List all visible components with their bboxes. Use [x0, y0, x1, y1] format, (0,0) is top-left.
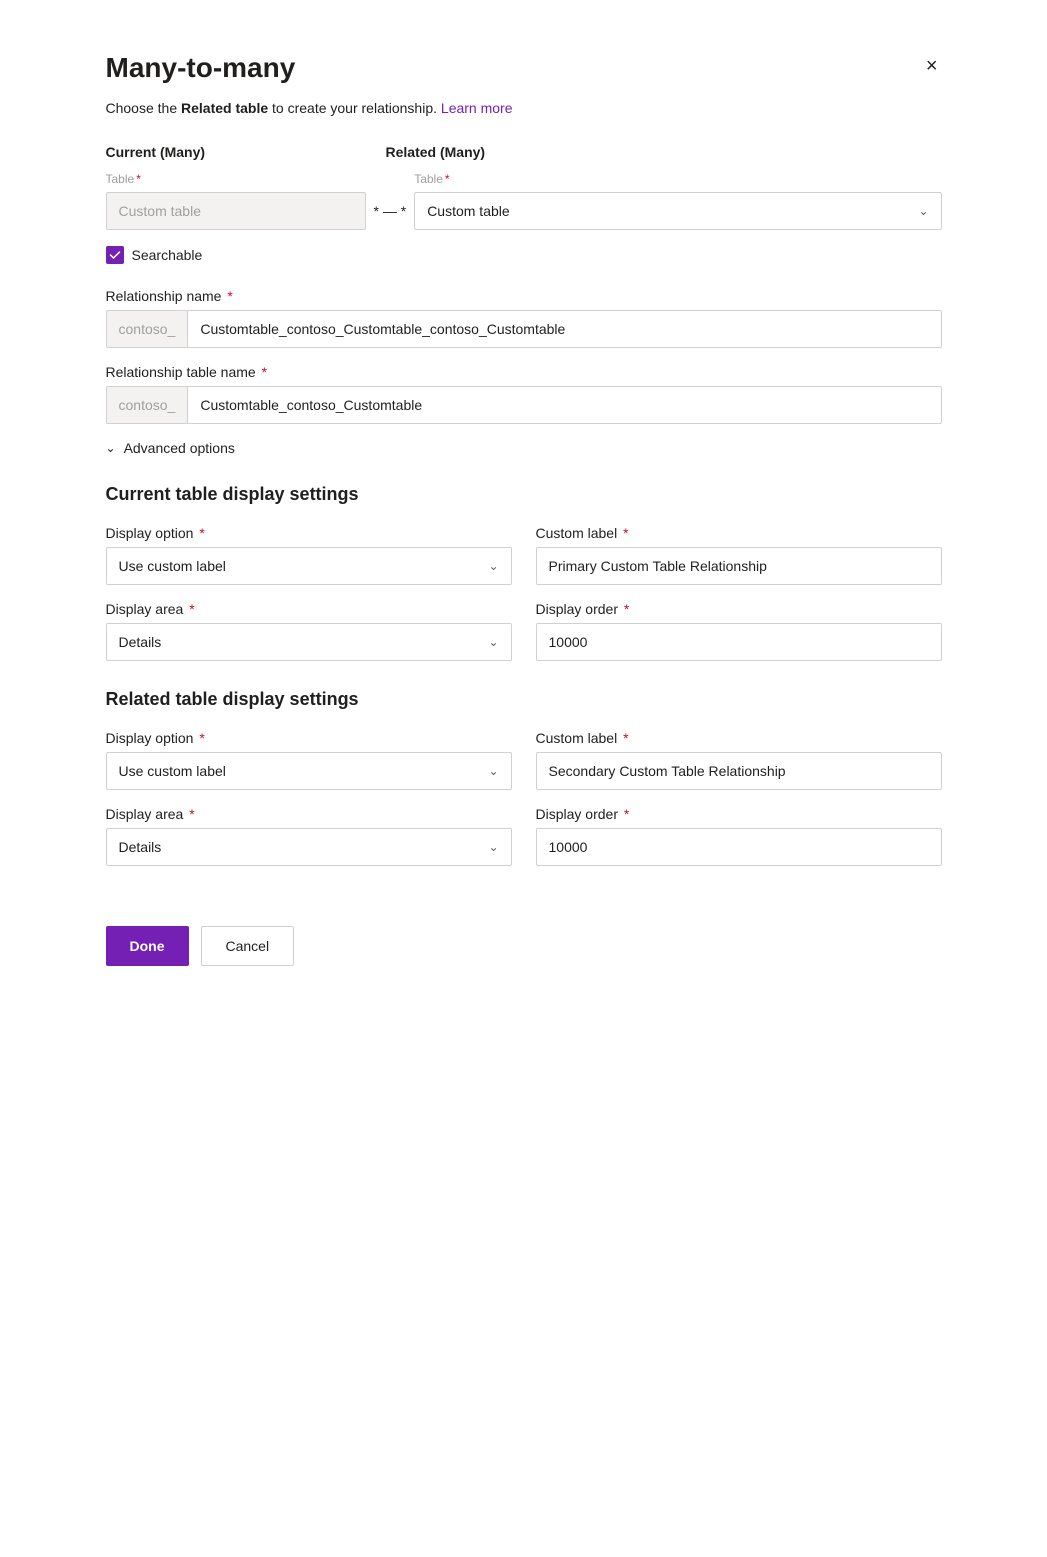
current-display-order-input[interactable]: 10000 — [536, 623, 942, 661]
relationship-table-name-label: Relationship table name * — [106, 364, 942, 380]
current-table-display-title: Current table display settings — [106, 484, 942, 505]
current-display-option-select[interactable]: Use custom label ⌄ — [106, 547, 512, 585]
related-display-area-select[interactable]: Details ⌄ — [106, 828, 512, 866]
relationship-name-field: Relationship name * contoso_ Customtable… — [106, 288, 942, 348]
related-column-header: Related (Many) — [386, 144, 942, 168]
current-display-order-field: Display order * 10000 — [536, 601, 942, 661]
many-to-many-dialog: Many-to-many × Choose the Related table … — [74, 20, 974, 1006]
related-display-option-field: Display option * Use custom label ⌄ — [106, 730, 512, 790]
relationship-table-name-prefix: contoso_ — [107, 387, 189, 423]
current-display-area-label: Display area * — [106, 601, 512, 617]
current-display-area-select[interactable]: Details ⌄ — [106, 623, 512, 661]
relationship-table-name-value[interactable]: Customtable_contoso_Customtable — [188, 387, 940, 423]
related-custom-label-input[interactable]: Secondary Custom Table Relationship — [536, 752, 942, 790]
current-display-order-label: Display order * — [536, 601, 942, 617]
related-custom-label-field: Custom label * Secondary Custom Table Re… — [536, 730, 942, 790]
subtitle-after: to create your relationship. — [268, 100, 441, 116]
searchable-label: Searchable — [132, 247, 203, 263]
relationship-name-input[interactable]: contoso_ Customtable_contoso_Customtable… — [106, 310, 942, 348]
subtitle-text: Choose the — [106, 100, 182, 116]
current-display-option-field: Display option * Use custom label ⌄ — [106, 525, 512, 585]
current-table-label: Table* — [106, 172, 366, 186]
related-display-area-field: Display area * Details ⌄ — [106, 806, 512, 866]
chevron-down-icon: ⌄ — [918, 204, 928, 218]
subtitle-bold: Related table — [181, 100, 268, 116]
related-table-display-section: Related table display settings Display o… — [106, 689, 942, 866]
relationship-table-name-input[interactable]: contoso_ Customtable_contoso_Customtable — [106, 386, 942, 424]
related-custom-label-label: Custom label * — [536, 730, 942, 746]
chevron-down-icon: ⌄ — [488, 764, 498, 778]
searchable-row: Searchable — [106, 246, 942, 264]
related-table-field: Table* Custom table ⌄ — [414, 172, 941, 230]
related-table-select[interactable]: Custom table ⌄ — [414, 192, 941, 230]
chevron-down-icon: ⌄ — [488, 840, 498, 854]
advanced-options-toggle[interactable]: ⌄ Advanced options — [106, 440, 942, 456]
related-display-grid: Display option * Use custom label ⌄ Cust… — [106, 730, 942, 866]
table-column-headers: Current (Many) Related (Many) — [106, 144, 942, 168]
related-column-label: Related (Many) — [386, 144, 942, 160]
advanced-options-label: Advanced options — [124, 440, 235, 456]
current-custom-label-field: Custom label * Primary Custom Table Rela… — [536, 525, 942, 585]
current-column-header: Current (Many) — [106, 144, 386, 168]
current-display-option-label: Display option * — [106, 525, 512, 541]
dialog-title: Many-to-many — [106, 52, 296, 84]
dialog-subtitle: Choose the Related table to create your … — [106, 100, 942, 116]
connector-symbol: * — * — [366, 183, 415, 219]
chevron-down-icon: ⌄ — [488, 559, 498, 573]
related-display-option-select[interactable]: Use custom label ⌄ — [106, 752, 512, 790]
related-display-order-input[interactable]: 10000 — [536, 828, 942, 866]
current-table-field: Table* Custom table — [106, 172, 366, 230]
related-display-area-label: Display area * — [106, 806, 512, 822]
relationship-table-name-field: Relationship table name * contoso_ Custo… — [106, 364, 942, 424]
dialog-footer: Done Cancel — [106, 906, 942, 966]
done-button[interactable]: Done — [106, 926, 189, 966]
table-input-row: Table* Custom table * — * Table* Custom … — [106, 172, 942, 230]
relationship-name-label: Relationship name * — [106, 288, 942, 304]
learn-more-link[interactable]: Learn more — [441, 100, 513, 116]
current-table-display-section: Current table display settings Display o… — [106, 484, 942, 661]
searchable-checkbox[interactable] — [106, 246, 124, 264]
current-table-input: Custom table — [106, 192, 366, 230]
related-display-order-field: Display order * 10000 — [536, 806, 942, 866]
chevron-down-icon: ⌄ — [106, 441, 116, 455]
chevron-down-icon: ⌄ — [488, 635, 498, 649]
related-table-label: Table* — [414, 172, 941, 186]
close-button[interactable]: × — [922, 52, 942, 80]
dialog-header: Many-to-many × — [106, 52, 942, 84]
relationship-name-value[interactable]: Customtable_contoso_Customtable_contoso_… — [188, 311, 940, 347]
current-column-label: Current (Many) — [106, 144, 386, 160]
related-display-option-label: Display option * — [106, 730, 512, 746]
related-display-order-label: Display order * — [536, 806, 942, 822]
relationship-name-prefix: contoso_ — [107, 311, 189, 347]
current-custom-label-label: Custom label * — [536, 525, 942, 541]
current-custom-label-input[interactable]: Primary Custom Table Relationship — [536, 547, 942, 585]
current-display-grid: Display option * Use custom label ⌄ Cust… — [106, 525, 942, 661]
related-table-display-title: Related table display settings — [106, 689, 942, 710]
cancel-button[interactable]: Cancel — [201, 926, 295, 966]
current-display-area-field: Display area * Details ⌄ — [106, 601, 512, 661]
